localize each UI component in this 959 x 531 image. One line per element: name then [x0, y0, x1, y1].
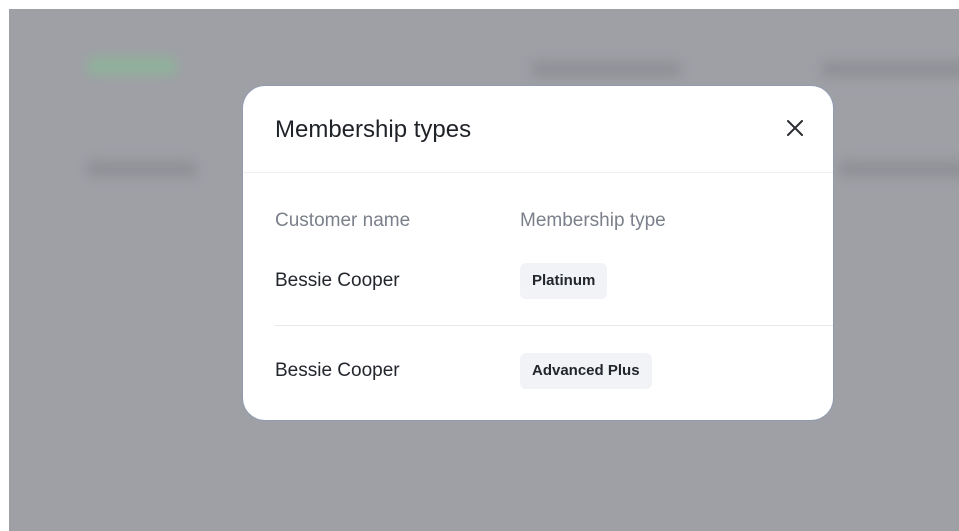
membership-type-badge: Platinum [520, 263, 608, 299]
customer-name: Bessie Cooper [275, 270, 400, 291]
close-icon[interactable] [783, 116, 807, 140]
customer-name: Bessie Cooper [275, 360, 400, 381]
modal-title: Membership types [275, 116, 472, 143]
column-header-customer-name: Customer name [275, 210, 411, 231]
modal-header: Membership types [243, 86, 833, 173]
membership-type-badge: Advanced Plus [520, 353, 652, 389]
table-row: Bessie Cooper Advanced Plus [243, 344, 833, 400]
background-blurred-text [87, 57, 177, 75]
column-header-membership-type: Membership type [520, 210, 666, 231]
background-blurred-text [821, 61, 959, 77]
background-blurred-text [531, 61, 681, 77]
table-row: Bessie Cooper Platinum [243, 254, 833, 310]
row-divider [275, 325, 833, 326]
background-blurred-text [839, 161, 959, 177]
background-blurred-text [87, 161, 197, 177]
membership-types-modal: Membership types Customer name Membershi… [243, 86, 833, 420]
